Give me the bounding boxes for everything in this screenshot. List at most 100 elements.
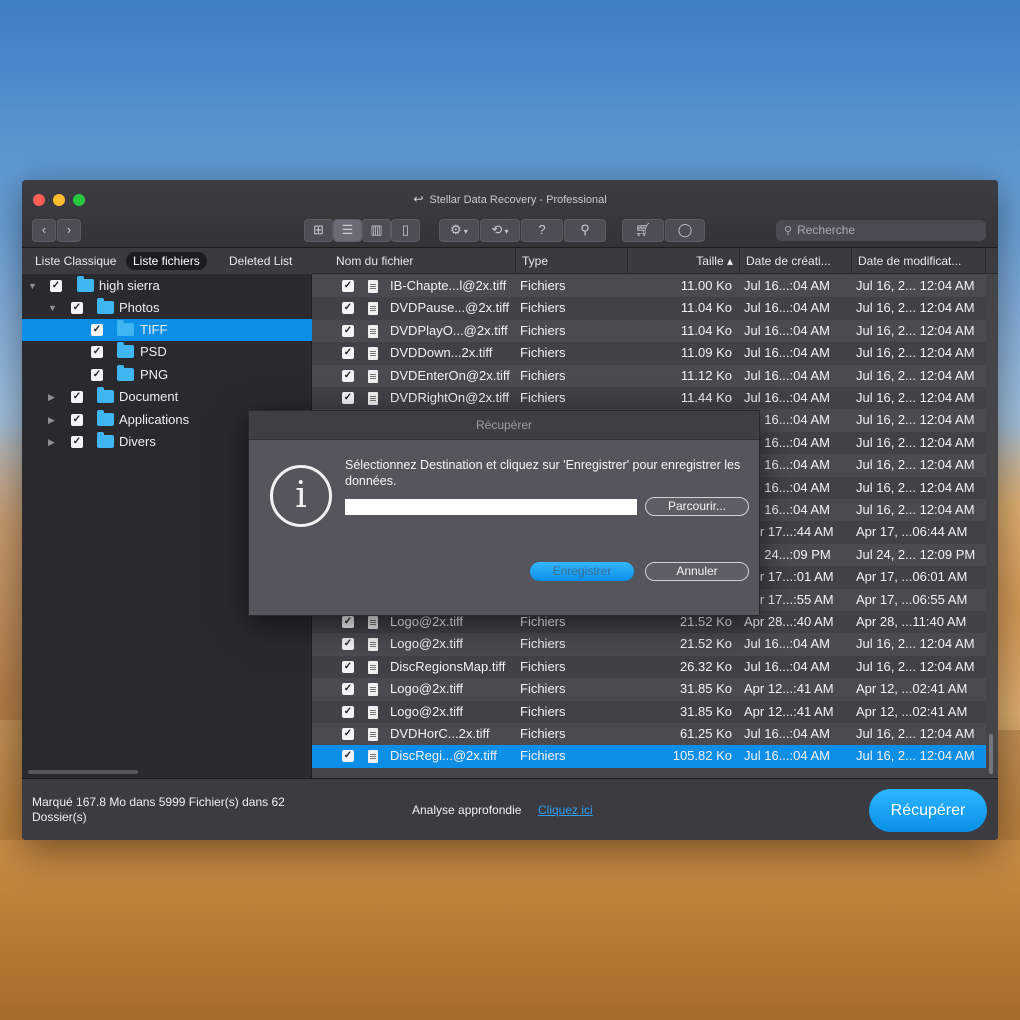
- back-button[interactable]: ‹: [32, 219, 56, 242]
- tree-item-photos[interactable]: ▼ ✓ Photos: [22, 297, 312, 319]
- cancel-button[interactable]: Annuler: [645, 562, 749, 581]
- titlebar: ↩ Stellar Data Recovery - Professional ‹ …: [22, 180, 998, 248]
- cell-name: Logo@2x.tiff: [390, 636, 463, 652]
- table-row[interactable]: ✓ DVDDown...2x.tiff Fichiers 11.09 Ko Jul 16…: [312, 342, 986, 365]
- column-header-type[interactable]: Type: [516, 248, 628, 274]
- table-row[interactable]: ✓ DVDPause...@2x.tiff Fichiers 11.04 Ko Jul …: [312, 297, 986, 320]
- checkbox[interactable]: ✓: [342, 616, 354, 628]
- tree-item-document[interactable]: ▶ ✓ Document: [22, 386, 312, 408]
- table-vertical-scrollbar[interactable]: [989, 734, 993, 774]
- column-view-button[interactable]: ▥: [362, 219, 391, 242]
- window-title: ↩ Stellar Data Recovery - Professional: [413, 192, 607, 206]
- checkbox[interactable]: ✓: [71, 302, 83, 314]
- checkbox[interactable]: ✓: [342, 347, 354, 360]
- column-header-created[interactable]: Date de créati...: [740, 248, 852, 274]
- tree-item-high-sierra[interactable]: ▼ ✓ high sierra: [22, 275, 312, 297]
- table-row[interactable]: ✓ DVDEnterOn@2x.tiff Fichiers 11.12 Ko Jul 1…: [312, 364, 986, 387]
- tab-liste-fichiers[interactable]: Liste fichiers: [126, 252, 207, 270]
- coverflow-view-button[interactable]: ▯: [391, 219, 420, 242]
- table-row[interactable]: ✓ Logo@2x.tiff Fichiers 31.85 Ko Apr 12...:4…: [312, 678, 986, 701]
- checkbox[interactable]: ✓: [50, 280, 62, 292]
- cart-button[interactable]: 🛒︎: [622, 219, 664, 242]
- column-header-size[interactable]: Taille ▴: [628, 248, 740, 274]
- disclosure-collapsed-icon[interactable]: ▶: [48, 409, 55, 431]
- save-button[interactable]: Enregistrer: [530, 562, 634, 581]
- folder-icon: [97, 387, 114, 403]
- checkbox[interactable]: ✓: [342, 392, 354, 404]
- tree-item-psd[interactable]: ✓ PSD: [22, 341, 312, 363]
- checkbox[interactable]: ✓: [342, 280, 354, 292]
- tab-liste-classique[interactable]: Liste Classique: [28, 252, 123, 270]
- file-icon: [368, 302, 378, 316]
- table-row[interactable]: ✓ Logo@2x.tiff Fichiers 31.85 Ko Apr 12...:4…: [312, 700, 986, 723]
- checkbox[interactable]: ✓: [71, 391, 83, 403]
- checkbox[interactable]: ✓: [342, 728, 354, 740]
- column-header-name[interactable]: Nom du fichier: [312, 248, 516, 274]
- checkbox[interactable]: ✓: [342, 683, 354, 696]
- recover-button[interactable]: Récupérer: [869, 789, 987, 832]
- chevron-down-icon: ▾: [461, 227, 468, 236]
- disclosure-collapsed-icon[interactable]: ▶: [48, 431, 55, 453]
- checkbox[interactable]: ✓: [342, 705, 354, 718]
- browse-button[interactable]: Parcourir...: [645, 497, 749, 516]
- table-row[interactable]: ✓ Logo@2x.tiff Fichiers 21.52 Ko Jul 16...:0…: [312, 633, 986, 656]
- table-row[interactable]: ✓ DVDPlayO...@2x.tiff Fichiers 11.04 Ko Jul …: [312, 319, 986, 343]
- disclosure-expanded-icon[interactable]: ▼: [48, 297, 57, 319]
- grid-view-button[interactable]: ⊞: [304, 219, 333, 242]
- tree-item-label: PSD: [140, 344, 167, 359]
- folder-icon: [117, 365, 134, 381]
- cell-type: Fichiers: [520, 748, 566, 764]
- cell-created: Jul 16...:04 AM: [744, 390, 830, 405]
- tree-item-png[interactable]: ✓ PNG: [22, 364, 312, 386]
- disclosure-collapsed-icon[interactable]: ▶: [48, 386, 55, 408]
- status-footer: Marqué 167.8 Mo dans 5999 Fichier(s) dan…: [22, 778, 998, 840]
- destination-input[interactable]: [345, 499, 637, 515]
- table-row[interactable]: ✓ DVDHorC...2x.tiff Fichiers 61.25 Ko Jul 16…: [312, 723, 986, 746]
- checkbox[interactable]: ✓: [342, 324, 354, 337]
- table-row[interactable]: ✓ IB-Chapte...l@2x.tiff Fichiers 11.00 Ko Ju…: [312, 275, 986, 298]
- cell-created: Jul 16...:04 AM: [744, 636, 830, 652]
- cell-type: Fichiers: [520, 345, 566, 361]
- account-button[interactable]: ◯: [665, 219, 705, 242]
- checkbox[interactable]: ✓: [91, 324, 103, 336]
- checkbox[interactable]: ✓: [91, 346, 103, 358]
- folder-icon: [97, 410, 114, 426]
- checkbox[interactable]: ✓: [342, 660, 354, 673]
- column-header-modified[interactable]: Date de modificat...: [852, 248, 986, 274]
- tree-item-tiff[interactable]: ✓ TIFF: [22, 319, 312, 341]
- cell-modified: Jul 16, 2... 12:04 AM: [856, 300, 975, 316]
- table-row[interactable]: ✓ DiscRegionsMap.tiff Fichiers 26.32 Ko Jul …: [312, 655, 986, 679]
- table-row[interactable]: ✓ DiscRegi...@2x.tiff Fichiers 105.82 Ko Jul…: [312, 745, 986, 768]
- checkbox[interactable]: ✓: [71, 436, 83, 448]
- search-field[interactable]: ⚲ Recherche: [776, 220, 986, 241]
- history-button[interactable]: ⟲ ▾: [480, 219, 520, 242]
- cell-modified: Apr 12, ...02:41 AM: [856, 681, 968, 697]
- checkbox[interactable]: ✓: [342, 638, 354, 651]
- file-icon: [368, 392, 378, 405]
- sidebar-horizontal-scrollbar[interactable]: [28, 770, 138, 774]
- file-icon: [368, 616, 378, 629]
- checkbox[interactable]: ✓: [342, 302, 354, 315]
- analyze-button[interactable]: ⚲: [564, 219, 606, 242]
- table-row[interactable]: ✓ DVDRightOn@2x.tiff Fichiers 11.44 Ko Jul 1…: [312, 387, 986, 410]
- cell-modified: Jul 16, 2... 12:04 AM: [856, 748, 975, 764]
- disclosure-expanded-icon[interactable]: ▼: [28, 275, 37, 297]
- settings-button[interactable]: ⚙ ▾: [439, 219, 479, 242]
- tab-deleted-list[interactable]: Deleted List: [222, 252, 299, 270]
- cell-name: DVDPause...@2x.tiff: [390, 300, 510, 316]
- checkbox[interactable]: ✓: [342, 750, 354, 763]
- dialog-title: Récupérer: [249, 411, 759, 440]
- forward-button[interactable]: ›: [57, 219, 81, 242]
- checkbox[interactable]: ✓: [91, 369, 103, 381]
- cell-modified: Jul 16, 2... 12:04 AM: [856, 278, 975, 293]
- list-view-button[interactable]: ☰: [333, 219, 362, 242]
- file-icon: [368, 280, 378, 293]
- cell-size: 61.25 Ko: [679, 726, 732, 741]
- background-sand: [0, 840, 1020, 1020]
- checkbox[interactable]: ✓: [342, 369, 354, 382]
- deep-scan-link[interactable]: Cliquez ici: [538, 803, 593, 817]
- file-icon: [368, 660, 378, 674]
- help-button[interactable]: ?: [521, 219, 563, 242]
- checkbox[interactable]: ✓: [71, 414, 83, 426]
- cell-type: Fichiers: [520, 300, 566, 316]
